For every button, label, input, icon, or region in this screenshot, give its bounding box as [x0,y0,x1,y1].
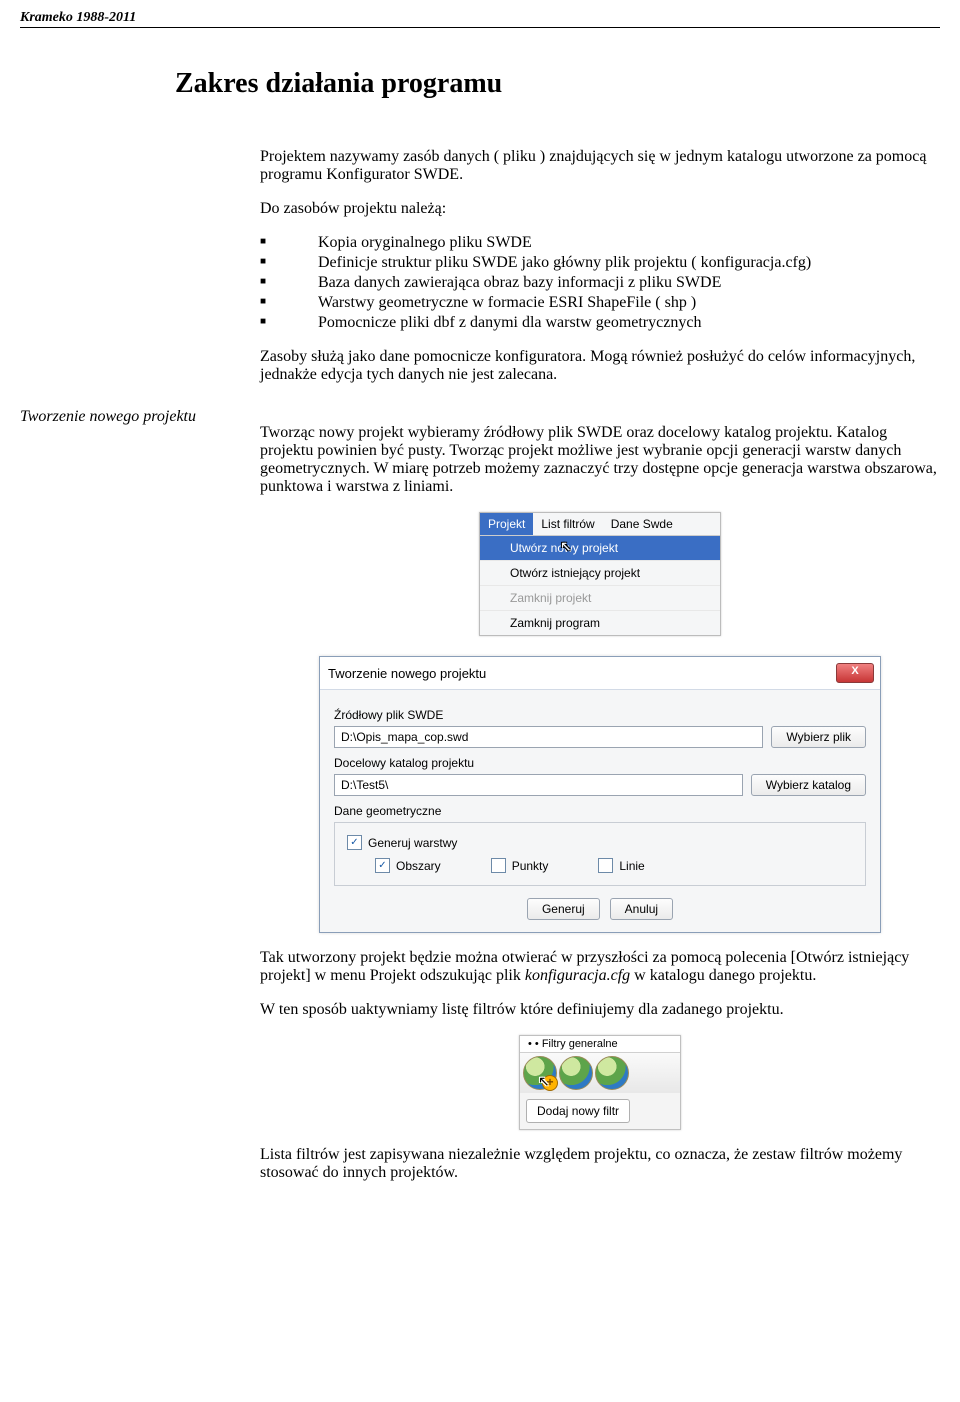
menu-item-open-project[interactable]: Otwórz istniejący projekt [480,561,720,586]
cancel-button[interactable]: Anuluj [610,898,673,920]
menu-bar: Projekt List filtrów Dane Swde [480,513,720,535]
menu-screenshot: Projekt List filtrów Dane Swde Utwórz no… [479,512,721,636]
globe-icon[interactable] [559,1056,593,1090]
resource-item: Baza danych zawierająca obraz bazy infor… [260,274,940,292]
filter-toolbar-screenshot: • • Filtry generalne + ↖ Dodaj nowy filt… [519,1035,681,1130]
checkbox-label: Generuj warstwy [368,836,457,850]
page-title: Zakres działania programu [175,68,940,100]
source-file-input[interactable]: D:\Opis_mapa_cop.swd [334,726,763,748]
page-header: Krameko 1988-2011 [20,10,940,28]
intro-paragraph: Projektem nazywamy zasób danych ( pliku … [260,148,940,184]
geometry-group: ✓ Generuj warstwy ✓ Obszary Punkty [334,822,866,886]
resource-item: Warstwy geometryczne w formacie ESRI Sha… [260,294,940,312]
resources-note: Zasoby służą jako dane pomocnicze konfig… [260,348,940,384]
create-project-dialog: Tworzenie nowego projektu X Źródłowy pli… [319,656,881,933]
menu-popup: Utwórz nowy projekt ↖ Otwórz istniejący … [480,535,720,635]
choose-dir-button[interactable]: Wybierz katalog [751,774,866,796]
menu-item-create-project[interactable]: Utwórz nowy projekt ↖ [480,536,720,561]
menu-item-exit-program[interactable]: Zamknij program [480,611,720,635]
source-file-label: Źródłowy plik SWDE [334,708,866,722]
resource-item: Pomocnicze pliki dbf z danymi dla warstw… [260,314,940,332]
globe-icon[interactable] [595,1056,629,1090]
dialog-title-bar: Tworzenie nowego projektu X [320,657,880,690]
resources-intro: Do zasobów projektu należą: [260,200,940,218]
menu-projekt[interactable]: Projekt [480,513,533,535]
checkbox-label: Punkty [512,859,549,873]
checkbox-label: Linie [619,859,644,873]
checkbox-label: Obszary [396,859,441,873]
close-icon[interactable]: X [836,663,874,683]
create-project-paragraph: Tworząc nowy projekt wybieramy źródłowy … [260,424,940,496]
target-dir-input[interactable]: D:\Test5\ [334,774,743,796]
resource-list: Kopia oryginalnego pliku SWDE Definicje … [260,234,940,332]
add-filter-tooltip: Dodaj nowy filtr [526,1099,630,1123]
cursor-icon: ↖ [538,1073,550,1090]
menu-item-close-project[interactable]: Zamknij projekt [480,586,720,611]
checkbox-punkty[interactable] [491,858,506,873]
menu-dane-swde[interactable]: Dane Swde [603,513,681,535]
generate-button[interactable]: Generuj [527,898,600,920]
target-dir-label: Docelowy katalog projektu [334,756,866,770]
checkbox-linie[interactable] [598,858,613,873]
cursor-icon: ↖ [560,538,572,555]
dialog-title: Tworzenie nowego projektu [328,666,486,681]
resource-item: Definicje struktur pliku SWDE jako główn… [260,254,940,272]
menu-list-filtrow[interactable]: List filtrów [533,513,602,535]
after-dialog-paragraph-1: Tak utworzony projekt będzie można otwie… [260,949,940,985]
toolbar-icons: + ↖ [520,1053,680,1093]
final-paragraph: Lista filtrów jest zapisywana niezależni… [260,1146,940,1182]
section-side-label: Tworzenie nowego projektu [20,408,240,1198]
resource-item: Kopia oryginalnego pliku SWDE [260,234,940,252]
after-dialog-paragraph-2: W ten sposób uaktywniamy listę filtrów k… [260,1001,940,1019]
geometry-label: Dane geometryczne [334,804,866,818]
checkbox-obszary[interactable]: ✓ [375,858,390,873]
toolbar-tab-filters[interactable]: • • Filtry generalne [520,1036,680,1053]
checkbox-generate-layers[interactable]: ✓ [347,835,362,850]
choose-file-button[interactable]: Wybierz plik [771,726,866,748]
